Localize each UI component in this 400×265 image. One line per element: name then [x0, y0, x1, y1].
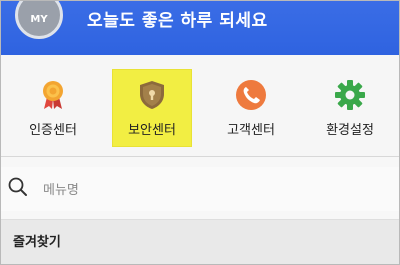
favorites-header: 즐겨찾기 — [13, 235, 61, 250]
favorites-section: 즐겨찾기 — [1, 219, 399, 264]
quick-menu: 인증센터 보안센터 고객센터 환경설정 — [1, 55, 399, 157]
menu-search-bar[interactable]: 메뉴명 — [1, 167, 399, 211]
search-icon — [8, 177, 27, 196]
avatar[interactable]: MY — [15, 1, 63, 39]
greeting-text: 오늘도 좋은 하루 되세요 — [87, 11, 268, 31]
menu-item-label: 환경설정 — [326, 123, 374, 138]
app-window: MY 오늘도 좋은 하루 되세요 인증센터 보안센터 고객센터 환경설정 메뉴명… — [0, 0, 400, 265]
avatar-label: MY — [30, 14, 48, 25]
menu-item-certification-center[interactable]: 인증센터 — [13, 69, 93, 147]
search-input[interactable]: 메뉴명 — [43, 179, 79, 198]
menu-item-security-center[interactable]: 보안센터 — [112, 69, 192, 147]
menu-item-label: 보안센터 — [128, 123, 176, 138]
menu-item-customer-center[interactable]: 고객센터 — [211, 69, 291, 147]
top-header: MY 오늘도 좋은 하루 되세요 — [1, 1, 399, 55]
menu-item-label: 인증센터 — [29, 123, 77, 138]
certificate-medal-icon — [43, 81, 63, 109]
shield-lock-icon — [140, 81, 164, 109]
menu-item-label: 고객센터 — [227, 123, 275, 138]
gear-icon — [335, 80, 365, 110]
menu-item-settings[interactable]: 환경설정 — [310, 69, 390, 147]
phone-icon — [236, 80, 266, 110]
